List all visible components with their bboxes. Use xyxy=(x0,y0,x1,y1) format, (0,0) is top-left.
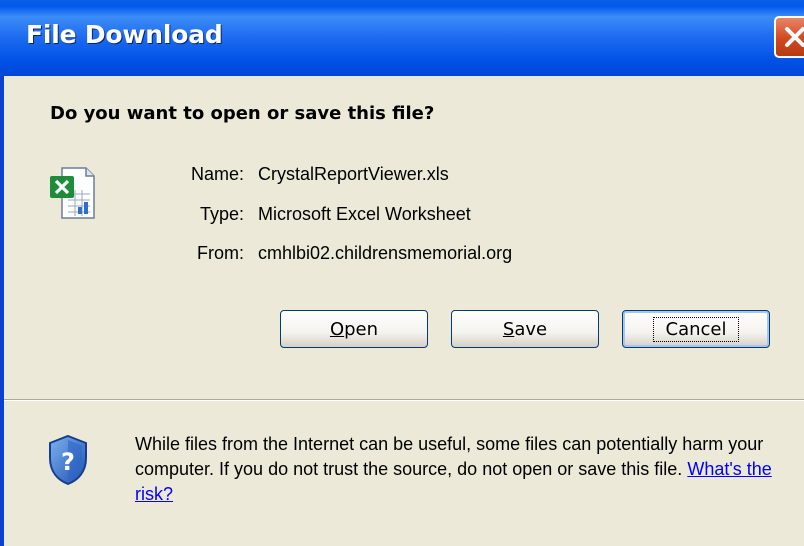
file-type-value: Microsoft Excel Worksheet xyxy=(258,204,471,224)
open-button[interactable]: Open xyxy=(280,310,428,348)
cancel-button-label: Cancel xyxy=(652,316,740,342)
excel-file-icon xyxy=(50,167,95,219)
save-button[interactable]: Save xyxy=(451,310,599,348)
file-source-value: cmhlbi02.childrensmemorial.org xyxy=(258,243,513,263)
title-bar[interactable]: File Download xyxy=(0,0,804,76)
dialog-body xyxy=(4,76,804,400)
cancel-button[interactable]: Cancel xyxy=(622,310,770,348)
close-icon xyxy=(785,27,804,47)
file-name-value: CrystalReportViewer.xls xyxy=(258,164,449,184)
save-button-label: Save xyxy=(502,318,548,340)
dialog-question: Do you want to open or save this file? xyxy=(50,103,435,124)
shield-help-icon: ? xyxy=(49,434,87,486)
open-button-label: Open xyxy=(329,318,379,340)
security-warning: While files from the Internet can be use… xyxy=(135,432,785,507)
warning-text: While files from the Internet can be use… xyxy=(135,434,764,479)
name-label: Name: xyxy=(190,164,244,184)
type-label: Type: xyxy=(199,204,244,224)
window-title: File Download xyxy=(26,20,223,49)
close-button[interactable] xyxy=(774,16,804,58)
section-divider-highlight xyxy=(4,400,804,401)
from-label: From: xyxy=(197,243,244,263)
svg-text:?: ? xyxy=(61,448,75,476)
